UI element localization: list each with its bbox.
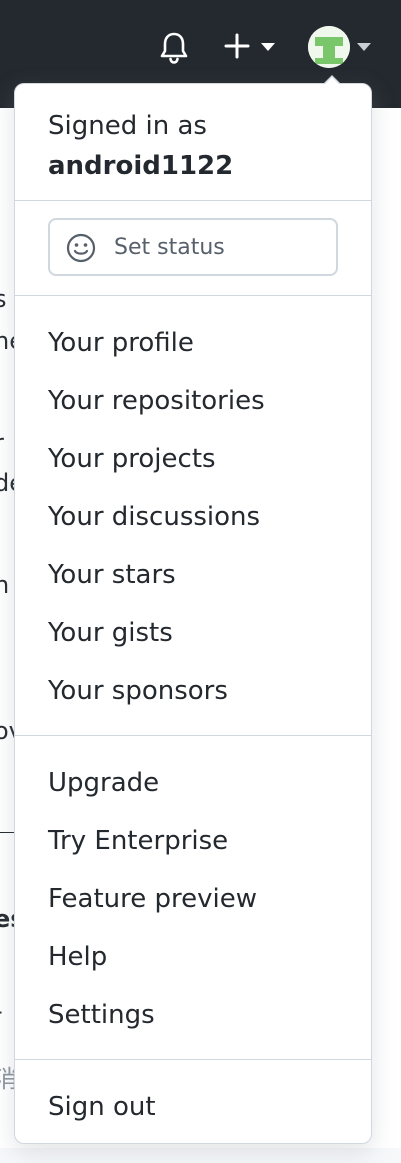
menu-item-upgrade[interactable]: Upgrade xyxy=(48,763,159,803)
sign-out-button[interactable]: Sign out xyxy=(48,1087,156,1127)
page: s ne r de h ov es - 消 xyxy=(0,0,401,1163)
menu-item-settings[interactable]: Settings xyxy=(48,995,155,1035)
set-status-button[interactable]: Set status xyxy=(48,218,338,276)
bg-text-line: h xyxy=(0,571,10,599)
caret-down-icon[interactable] xyxy=(260,42,276,52)
menu-item-your-projects[interactable]: Your projects xyxy=(48,439,216,479)
bg-footer-strip xyxy=(0,1148,401,1163)
menu-divider xyxy=(15,735,371,736)
menu-divider xyxy=(15,1059,371,1060)
bg-text-line: - xyxy=(0,996,3,1026)
plus-icon[interactable] xyxy=(224,33,250,59)
menu-item-feature-preview[interactable]: Feature preview xyxy=(48,879,257,919)
smiley-icon xyxy=(66,233,96,263)
user-dropdown-menu: Signed in as android1122 Set status Your… xyxy=(14,75,372,1144)
signed-in-header: Signed in as android1122 xyxy=(48,106,233,186)
username: android1122 xyxy=(48,151,234,181)
set-status-label: Set status xyxy=(114,235,225,260)
bg-text-line: s xyxy=(0,285,7,313)
menu-item-your-profile[interactable]: Your profile xyxy=(48,323,194,363)
bg-text-line: r xyxy=(0,428,4,458)
avatar[interactable] xyxy=(308,26,350,68)
identicon-icon xyxy=(308,26,350,68)
menu-item-your-sponsors[interactable]: Your sponsors xyxy=(48,671,228,711)
menu-item-try-enterprise[interactable]: Try Enterprise xyxy=(48,821,228,861)
menu-item-your-stars[interactable]: Your stars xyxy=(48,555,176,595)
menu-divider xyxy=(15,295,371,296)
bg-divider xyxy=(0,832,14,833)
menu-divider xyxy=(15,200,371,201)
signed-in-label: Signed in as xyxy=(48,111,207,141)
menu-item-help[interactable]: Help xyxy=(48,937,107,977)
menu-item-your-gists[interactable]: Your gists xyxy=(48,613,173,653)
caret-down-icon[interactable] xyxy=(356,42,372,52)
menu-item-your-repositories[interactable]: Your repositories xyxy=(48,381,265,421)
menu-item-your-discussions[interactable]: Your discussions xyxy=(48,497,260,537)
bell-icon[interactable] xyxy=(158,31,190,65)
